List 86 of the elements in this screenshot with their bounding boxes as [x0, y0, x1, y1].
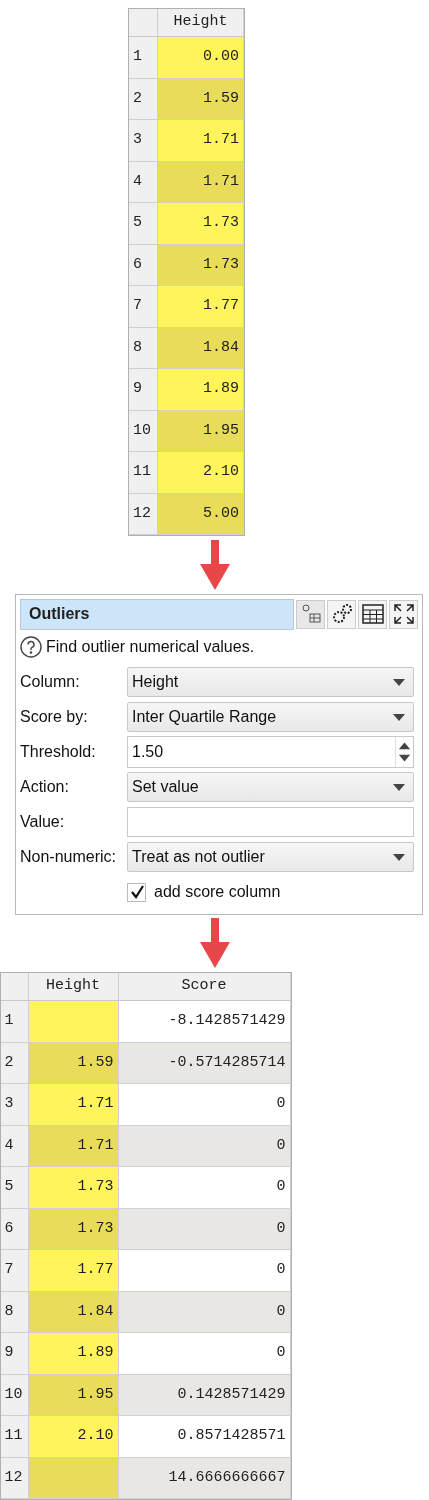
table-cell: 0.1428571429: [118, 1374, 291, 1415]
field-label: Action:: [20, 777, 70, 797]
row-number: 8: [129, 327, 158, 368]
row-number: 8: [0, 1291, 29, 1332]
row-number: 5: [129, 203, 158, 244]
table-cell: 0.00: [158, 37, 244, 78]
row-number: 12: [0, 1457, 29, 1498]
row-number: 3: [0, 1084, 29, 1125]
table-cell: 1.71: [28, 1084, 119, 1125]
row-number: 2: [129, 78, 158, 119]
table-cell: 1.84: [28, 1291, 119, 1332]
field-label: Value:: [20, 812, 66, 832]
row-number: 6: [129, 244, 158, 285]
row-number: 4: [0, 1125, 29, 1166]
check-icon: [129, 885, 144, 899]
table-cell: 1.71: [158, 120, 244, 161]
table-cell: 2.10: [28, 1416, 119, 1457]
field-label: Non-numeric:: [20, 847, 118, 867]
dropdown[interactable]: Height: [127, 667, 414, 697]
table-cell: 1.73: [28, 1208, 119, 1249]
row-number: 7: [0, 1250, 29, 1291]
dropdown-caret-icon: [393, 713, 405, 721]
nodes-table-icon: [300, 604, 321, 624]
checkbox-label: add score column: [154, 882, 281, 902]
table-cell: 5.00: [158, 493, 244, 534]
table-cell: -0.5714285714: [118, 1042, 291, 1083]
table-cell: 1.77: [158, 286, 244, 327]
down-arrow-icon: [199, 539, 230, 590]
down-arrow-icon: [199, 918, 230, 969]
table-cell: 1.73: [158, 203, 244, 244]
row-number: 2: [0, 1042, 29, 1083]
description-text: Find outlier numerical values.: [46, 637, 255, 657]
row-number: 5: [0, 1167, 29, 1208]
row-number: 4: [129, 161, 158, 202]
row-number: 3: [129, 120, 158, 161]
panel-title: Outliers: [20, 598, 294, 630]
column-header[interactable]: Height: [28, 973, 119, 1000]
input-field[interactable]: [127, 807, 414, 837]
maximize-button[interactable]: [389, 599, 418, 629]
table-cell: 2.10: [158, 452, 244, 493]
row-number: 11: [0, 1416, 29, 1457]
row-number: 11: [129, 452, 158, 493]
expand-icon: [392, 603, 415, 625]
row-number: 9: [0, 1333, 29, 1374]
spin-box[interactable]: 1.50: [127, 736, 414, 768]
settings-button[interactable]: [327, 599, 356, 629]
table-cell: 1.71: [28, 1125, 119, 1166]
spin-arrows-icon[interactable]: [395, 737, 413, 767]
row-number: 1: [0, 1001, 29, 1042]
table-cell: 0: [118, 1125, 291, 1166]
table-view-button[interactable]: [358, 599, 387, 629]
table-cell: 1.73: [158, 244, 244, 285]
help-icon[interactable]: [20, 636, 42, 658]
checkbox[interactable]: [127, 882, 146, 902]
table-cell: 1.89: [158, 369, 244, 410]
table-cell: 1.59: [158, 78, 244, 119]
table-cell: 1.95: [158, 410, 244, 451]
dropdown[interactable]: Set value: [127, 772, 414, 802]
table-cell: 0: [118, 1291, 291, 1332]
table-icon: [361, 604, 384, 624]
table-cell: 1.73: [28, 1167, 119, 1208]
field-label: Threshold:: [20, 742, 97, 762]
table-cell: 1.59: [28, 1042, 119, 1083]
row-number: 12: [129, 493, 158, 534]
field-label: Score by:: [20, 707, 89, 727]
row-number: 10: [0, 1374, 29, 1415]
table-cell: 14.6666666667: [118, 1457, 291, 1498]
dropdown[interactable]: Treat as not outlier: [127, 842, 414, 872]
table-cell: 1.71: [158, 161, 244, 202]
table-cell: 1.84: [158, 327, 244, 368]
column-header[interactable]: Score: [118, 973, 291, 1000]
table-cell: 0: [118, 1208, 291, 1249]
field-label: Column:: [20, 672, 81, 692]
dropdown[interactable]: Inter Quartile Range: [127, 702, 414, 732]
dropdown-caret-icon: [393, 853, 405, 861]
row-number: 10: [129, 410, 158, 451]
table-cell: 1.89: [28, 1333, 119, 1374]
table-options-button[interactable]: [296, 599, 325, 629]
row-number: 7: [129, 286, 158, 327]
row-number: 1: [129, 37, 158, 78]
table-cell: 1.77: [28, 1250, 119, 1291]
dropdown-caret-icon: [393, 678, 405, 686]
dropdown-caret-icon: [393, 783, 405, 791]
table-cell: 1.95: [28, 1374, 119, 1415]
row-number: 6: [0, 1208, 29, 1249]
row-number: 9: [129, 369, 158, 410]
